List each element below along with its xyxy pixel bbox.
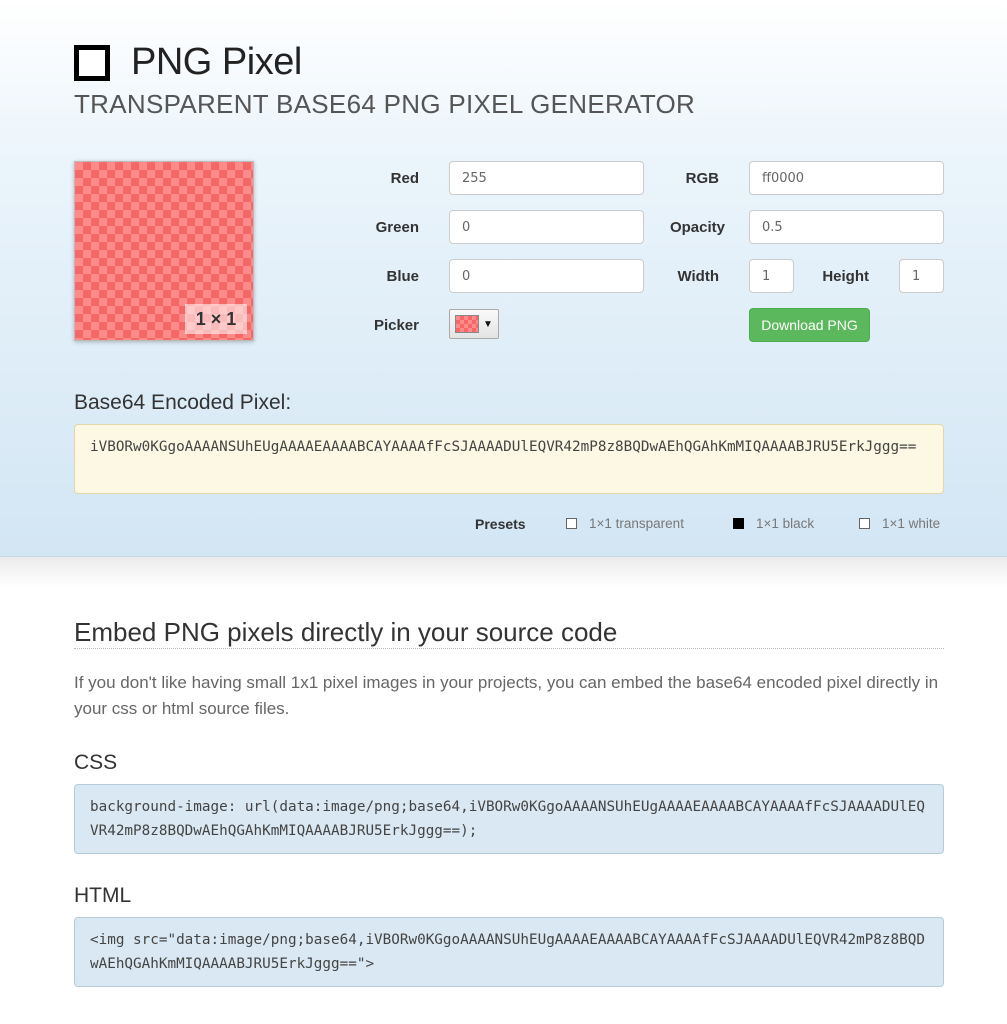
color-swatch	[455, 315, 479, 333]
embed-description: If you don't like having small 1x1 pixel…	[74, 673, 939, 718]
picker-label: Picker	[373, 317, 419, 334]
red-input[interactable]: 255	[449, 161, 644, 195]
green-input[interactable]: 0	[449, 210, 644, 244]
page-subtitle: TRANSPARENT BASE64 PNG PIXEL GENERATOR	[74, 89, 696, 119]
html-section-title: HTML	[74, 884, 132, 907]
rgb-label: RGB	[685, 170, 719, 187]
width-input[interactable]: 1	[749, 259, 794, 293]
white-swatch-icon	[859, 518, 870, 529]
preset-transparent[interactable]: 1×1 transparent	[566, 516, 684, 531]
transparent-swatch-icon	[566, 518, 577, 529]
download-png-button[interactable]: Download PNG	[749, 308, 870, 342]
section-divider	[74, 648, 944, 649]
preset-label: 1×1 white	[882, 516, 941, 531]
height-input[interactable]: 1	[899, 259, 944, 293]
dropdown-caret-icon: ▼	[483, 318, 493, 330]
blue-label: Blue	[386, 268, 419, 285]
encoded-pixel-output[interactable]: iVBORw0KGgoAAAANSUhEUgAAAAEAAAABCAYAAAAf…	[74, 424, 944, 494]
red-label: Red	[390, 170, 419, 187]
black-swatch-icon	[733, 518, 744, 529]
css-section-title: CSS	[74, 751, 118, 774]
height-label: Height	[822, 268, 869, 285]
presets-label: Presets	[475, 516, 526, 532]
preset-black[interactable]: 1×1 black	[733, 516, 814, 531]
width-label: Width	[677, 268, 719, 285]
opacity-label: Opacity	[669, 219, 725, 236]
green-label: Green	[375, 219, 419, 236]
html-code-block[interactable]: <img src="data:image/png;base64,iVBORw0K…	[74, 917, 944, 987]
page-title: PNG Pixel	[131, 41, 302, 83]
pixel-preview: 1 × 1	[74, 161, 254, 341]
encoded-pixel-label: Base64 Encoded Pixel:	[74, 391, 292, 414]
opacity-input[interactable]: 0.5	[749, 210, 944, 244]
rgb-input[interactable]: ff0000	[749, 161, 944, 195]
preset-label: 1×1 black	[756, 516, 815, 531]
preset-label: 1×1 transparent	[589, 516, 684, 531]
color-picker[interactable]: ▼	[449, 309, 499, 339]
embed-section-title: Embed PNG pixels directly in your source…	[74, 617, 618, 647]
preset-white[interactable]: 1×1 white	[859, 516, 940, 531]
preview-size-badge: 1 × 1	[185, 304, 247, 334]
blue-input[interactable]: 0	[449, 259, 644, 293]
logo-square-icon	[74, 45, 110, 81]
css-code-block[interactable]: background-image: url(data:image/png;bas…	[74, 784, 944, 854]
hero-shadow	[0, 557, 1007, 587]
